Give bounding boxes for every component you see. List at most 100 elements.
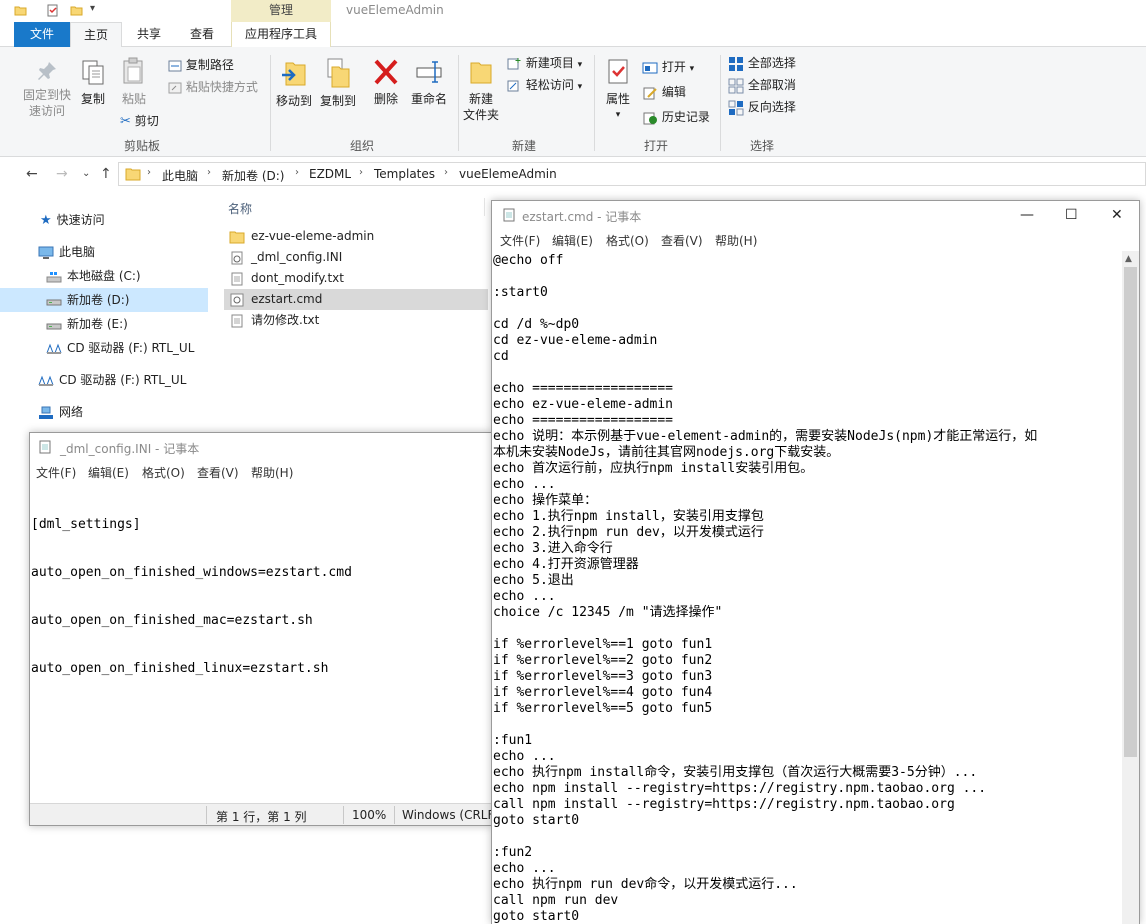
- tab-file[interactable]: 文件: [14, 22, 70, 47]
- properties-button[interactable]: 属性 ▾: [598, 57, 638, 123]
- status-cursor-position: 第 1 行，第 1 列: [216, 810, 307, 824]
- edit-label: 编辑: [661, 85, 686, 99]
- move-to-button[interactable]: 移动到: [274, 57, 314, 109]
- file-name: 请勿修改.txt: [251, 313, 320, 327]
- select-none-button[interactable]: 全部取消: [728, 77, 796, 94]
- menu-view[interactable]: 查看(V): [197, 464, 239, 481]
- notepad-cmd-scrollbar[interactable]: ▲: [1122, 251, 1139, 924]
- column-divider[interactable]: [484, 198, 485, 216]
- quick-access-dropdown-icon[interactable]: ▾: [90, 3, 95, 14]
- rename-button[interactable]: 重命名: [408, 57, 450, 107]
- breadcrumb-ezdml[interactable]: EZDML: [309, 167, 351, 181]
- file-name: ezstart.cmd: [251, 292, 323, 306]
- menu-format[interactable]: 格式(O): [142, 464, 185, 481]
- menu-edit[interactable]: 编辑(E): [88, 464, 129, 481]
- menu-help[interactable]: 帮助(H): [715, 232, 757, 249]
- menu-edit[interactable]: 编辑(E): [552, 232, 593, 249]
- history-button[interactable]: 历史记录: [642, 109, 710, 125]
- nav-cd-drive-f-nested[interactable]: CD 驱动器 (F:) RTL_UL: [0, 336, 208, 360]
- breadcrumb-vueelemeadmin[interactable]: vueElemeAdmin: [459, 167, 557, 181]
- group-clipboard-label: 剪贴板: [123, 139, 160, 153]
- recent-locations-chevron-icon[interactable]: ⌄: [82, 168, 90, 179]
- properties-icon[interactable]: [46, 4, 59, 17]
- text-line: [493, 829, 1118, 845]
- scrollbar-thumb[interactable]: [1124, 267, 1137, 757]
- copy-path-button[interactable]: 复制路径: [168, 57, 234, 73]
- cut-button[interactable]: ✂ 剪切: [120, 113, 159, 130]
- nav-network[interactable]: 网络: [0, 400, 208, 424]
- menu-help[interactable]: 帮助(H): [251, 464, 293, 481]
- scroll-up-icon[interactable]: ▲: [1125, 254, 1132, 264]
- back-arrow-icon[interactable]: ←: [26, 166, 38, 182]
- chevron-down-icon: ▾: [615, 110, 621, 120]
- group-organize-label: 组织: [349, 139, 374, 153]
- new-item-button[interactable]: 新建项目 ▾: [506, 55, 582, 73]
- paste-shortcut-button[interactable]: 粘贴快捷方式: [168, 79, 258, 95]
- nav-quick-access[interactable]: ★ 快速访问: [0, 208, 208, 232]
- breadcrumb-this-pc[interactable]: 此电脑: [162, 167, 198, 184]
- new-folder-button[interactable]: 新建 文件夹: [460, 57, 502, 123]
- file-row-cmd[interactable]: ezstart.cmd: [224, 289, 488, 310]
- text-line: cd: [493, 349, 509, 364]
- paste-button[interactable]: 粘贴: [116, 57, 152, 107]
- edit-button[interactable]: 编辑: [642, 84, 686, 100]
- scissors-icon: ✂: [120, 114, 131, 129]
- notepad-cmd-window: ezstart.cmd - 记事本 — ☐ ✕ 文件(F) 编辑(E) 格式(O…: [491, 200, 1140, 924]
- easy-access-button[interactable]: 轻松访问 ▾: [506, 77, 582, 95]
- menu-format[interactable]: 格式(O): [606, 232, 649, 249]
- column-header-name[interactable]: 名称: [228, 200, 252, 217]
- history-label: 历史记录: [661, 110, 710, 124]
- star-icon: ★: [40, 212, 52, 228]
- group-open-label: 打开: [643, 139, 668, 153]
- breadcrumb-templates[interactable]: Templates: [374, 167, 435, 181]
- notepad-ini-title-bar[interactable]: _dml_config.INI - 记事本: [30, 433, 491, 461]
- delete-button[interactable]: 删除: [368, 57, 404, 107]
- open-button[interactable]: 打开 ▾: [642, 59, 694, 77]
- minimize-icon[interactable]: —: [1020, 207, 1034, 223]
- file-row-folder[interactable]: ez-vue-eleme-admin: [224, 226, 488, 247]
- file-row-txt-cn[interactable]: 请勿修改.txt: [224, 310, 488, 331]
- nav-drive-e[interactable]: 新加卷 (E:): [0, 312, 208, 336]
- desktop: ▾ 管理 vueElemeAdmin 文件 主页 共享 查看 应用程序工具 固定…: [0, 0, 1146, 924]
- breadcrumb-drive-d[interactable]: 新加卷 (D:): [222, 167, 284, 184]
- menu-file[interactable]: 文件(F): [36, 464, 76, 481]
- nav-this-pc[interactable]: 此电脑: [0, 240, 208, 264]
- nav-cd-drive-f[interactable]: CD 驱动器 (F:) RTL_UL: [0, 368, 208, 392]
- select-all-button[interactable]: 全部选择: [728, 55, 796, 72]
- folder-icon[interactable]: [14, 4, 27, 17]
- maximize-icon[interactable]: ☐: [1065, 207, 1078, 223]
- invert-selection-button[interactable]: 反向选择: [728, 99, 796, 116]
- breadcrumb-chevron-icon[interactable]: ›: [444, 167, 448, 178]
- notepad-cmd-text-area[interactable]: @echo off:start0 cd /d %~dp0 cd ez-vue-ele…: [493, 253, 1118, 924]
- pin-to-quick-access-button[interactable]: 固定到快 速访问: [18, 59, 76, 119]
- copy-label: 复制: [80, 92, 105, 106]
- nav-drive-c[interactable]: 本地磁盘 (C:): [0, 264, 208, 288]
- up-arrow-icon[interactable]: ↑: [100, 166, 112, 182]
- breadcrumb-chevron-icon[interactable]: ›: [147, 167, 151, 178]
- menu-view[interactable]: 查看(V): [661, 232, 703, 249]
- breadcrumb-chevron-icon[interactable]: ›: [207, 167, 211, 178]
- contextual-manage-tab[interactable]: 管理: [231, 0, 331, 22]
- nav-drive-d[interactable]: 新加卷 (D:): [0, 288, 208, 312]
- tab-share[interactable]: 共享: [124, 22, 174, 47]
- notepad-cmd-title-bar[interactable]: ezstart.cmd - 记事本 — ☐ ✕: [492, 201, 1139, 229]
- new-folder-icon[interactable]: [70, 4, 83, 17]
- tab-app-tools[interactable]: 应用程序工具: [231, 22, 331, 47]
- tab-home[interactable]: 主页: [70, 22, 122, 48]
- easy-access-icon: [507, 80, 519, 91]
- tab-view[interactable]: 查看: [176, 22, 228, 47]
- breadcrumb-chevron-icon[interactable]: ›: [359, 167, 363, 178]
- text-line: if %errorlevel%==4 goto fun4: [493, 685, 713, 700]
- file-row-txt[interactable]: dont_modify.txt: [224, 268, 488, 289]
- copy-to-button[interactable]: 复制到: [318, 57, 358, 109]
- close-icon[interactable]: ✕: [1111, 207, 1123, 223]
- file-row-ini[interactable]: _dml_config.INI: [224, 247, 488, 268]
- copy-button[interactable]: 复制: [76, 59, 110, 107]
- text-line: auto_open_on_finished_linux=ezstart.sh: [31, 661, 329, 676]
- notepad-ini-text-area[interactable]: [dml_settings] auto_open_on_finished_win…: [31, 485, 352, 709]
- forward-arrow-icon[interactable]: →: [56, 166, 68, 182]
- address-bar[interactable]: › 此电脑 › 新加卷 (D:) › EZDML › Templates › v…: [118, 162, 1146, 186]
- menu-file[interactable]: 文件(F): [500, 232, 540, 249]
- breadcrumb-chevron-icon[interactable]: ›: [295, 167, 299, 178]
- drive-icon: [46, 299, 62, 305]
